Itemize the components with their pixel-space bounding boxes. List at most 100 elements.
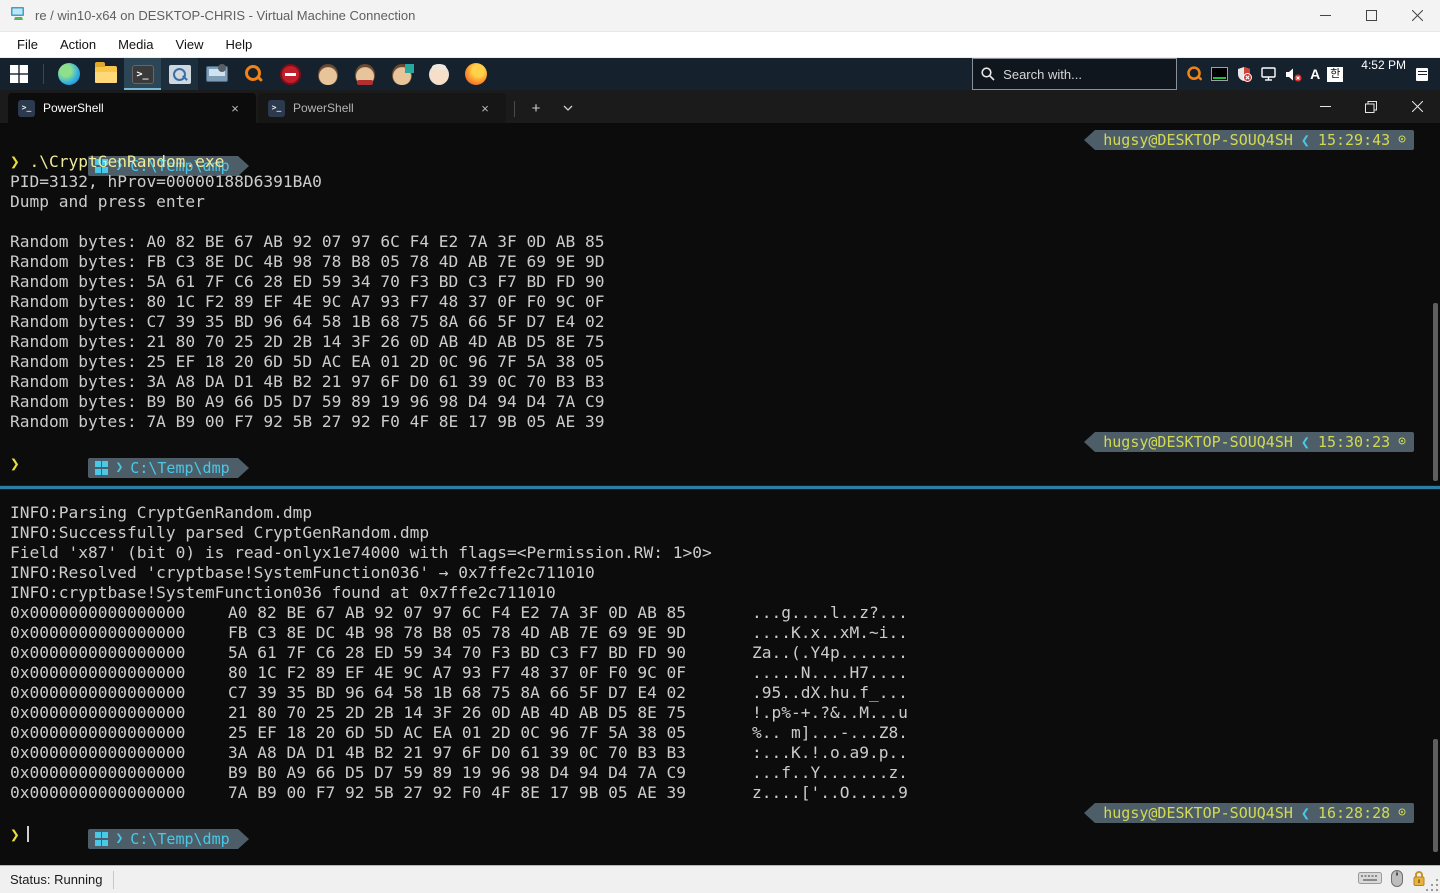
command-text: .\CryptGenRandom.exe — [30, 152, 225, 171]
right-prompt-badge: hugsy@DESKTOP-SOUQ4SH ❮ 16:28:28 ⊙ — [1084, 803, 1414, 823]
taskbar-search-box[interactable]: Search with... — [972, 58, 1177, 90]
taskbar-divider — [43, 64, 44, 84]
powershell-icon: >_ — [18, 100, 35, 117]
taskbar-terminal[interactable]: >_ — [124, 58, 161, 90]
prompt-input-line[interactable]: ❯ — [10, 825, 1440, 845]
hexdump-row: 0x000000000000000025 EF 18 20 6D 5D AC E… — [10, 723, 1440, 743]
tray-display-icon[interactable] — [1210, 65, 1228, 83]
defender-alert-icon[interactable] — [1235, 65, 1253, 83]
menu-action[interactable]: Action — [49, 34, 107, 55]
menu-help[interactable]: Help — [214, 34, 263, 55]
prompt-user: hugsy@DESKTOP-SOUQ4SH — [1103, 130, 1293, 150]
scrollbar-thumb[interactable] — [1433, 303, 1438, 481]
terminal-tabbar: >_ PowerShell × >_ PowerShell × + — [0, 90, 1440, 123]
firefox-icon — [465, 63, 487, 85]
tray-search-icon[interactable] — [1185, 65, 1203, 83]
tab-powershell-2[interactable]: >_ PowerShell × — [258, 93, 506, 123]
network-icon[interactable] — [1260, 65, 1278, 83]
menu-file[interactable]: File — [6, 34, 49, 55]
hexdump-row: 0x00000000000000005A 61 7F C6 28 ED 59 3… — [10, 643, 1440, 663]
prompt-time: 15:30:23 — [1318, 432, 1390, 452]
terminal-pane-top: ❯ C:\Temp\dmp hugsy@DESKTOP-SOUQ4SH ❮ 15… — [0, 123, 1440, 485]
output-line: INFO:Parsing CryptGenRandom.dmp — [10, 503, 1440, 523]
hyperv-app-icon — [10, 5, 27, 27]
vm-statusbar: Status: Running — [0, 865, 1440, 893]
hexdump-row: 0x00000000000000007A B9 00 F7 92 5B 27 9… — [10, 783, 1440, 803]
prompt-input-line[interactable]: ❯ — [10, 454, 1440, 474]
guest-taskbar: >_ Search with... A 한 4:52 PM — [0, 58, 1440, 90]
tab-dropdown-button[interactable] — [553, 95, 583, 121]
tab-close-icon[interactable]: × — [222, 97, 248, 119]
output-line: Random bytes: C7 39 35 BD 96 64 58 1B 68… — [10, 312, 1440, 332]
resize-grip[interactable] — [1426, 879, 1438, 891]
start-button[interactable] — [0, 58, 37, 90]
powershell-icon: >_ — [268, 100, 285, 117]
output-line: Random bytes: 80 1C F2 89 EF 4E 9C A7 93… — [10, 292, 1440, 312]
output-line: Random bytes: A0 82 BE 67 AB 92 07 97 6C… — [10, 232, 1440, 252]
mouse-icon — [1391, 870, 1403, 890]
new-tab-button[interactable]: + — [521, 95, 551, 121]
terminal-restore-button[interactable] — [1348, 90, 1394, 123]
right-prompt-badge: hugsy@DESKTOP-SOUQ4SH ❮ 15:29:43 ⊙ — [1084, 130, 1414, 150]
taskbar-clock[interactable]: 4:52 PM — [1351, 58, 1416, 90]
taskbar-system-monitor[interactable] — [198, 58, 235, 90]
volume-muted-icon[interactable] — [1285, 65, 1303, 83]
terminal-icon: >_ — [132, 65, 154, 84]
cutter-head-icon — [392, 64, 412, 85]
taskbar-ida-2[interactable] — [346, 58, 383, 90]
hexdump-row: 0x000000000000000080 1C F2 89 EF 4E 9C A… — [10, 663, 1440, 683]
output-line: Random bytes: 7A B9 00 F7 92 5B 27 92 F0… — [10, 412, 1440, 432]
tab-powershell-1[interactable]: >_ PowerShell × — [8, 93, 256, 123]
output-line — [10, 212, 1440, 232]
chevron-left-icon: ❮ — [1301, 803, 1310, 823]
tabbar-divider — [514, 101, 515, 117]
taskbar-ida-1[interactable] — [309, 58, 346, 90]
taskbar-anime-app[interactable] — [420, 58, 457, 90]
taskbar-file-explorer[interactable] — [87, 58, 124, 90]
system-tray: A 한 — [1177, 58, 1351, 90]
window-title: re / win10-x64 on DESKTOP-CHRIS - Virtua… — [35, 8, 1302, 23]
taskbar-everything-search[interactable] — [235, 58, 272, 90]
tab-close-icon[interactable]: × — [472, 97, 498, 119]
taskbar-edge[interactable] — [50, 58, 87, 90]
ime-korean-indicator[interactable]: 한 — [1327, 67, 1343, 82]
notification-center-icon[interactable] — [1416, 65, 1434, 83]
hexdump-row: 0x0000000000000000B9 B0 A9 66 D5 D7 59 8… — [10, 763, 1440, 783]
command-line: ❯ .\CryptGenRandom.exe — [10, 152, 1440, 172]
minimize-button[interactable] — [1302, 0, 1348, 31]
windows-terminal: >_ PowerShell × >_ PowerShell × + — [0, 90, 1440, 865]
output-line: Random bytes: 5A 61 7F C6 28 ED 59 34 70… — [10, 272, 1440, 292]
hexdump-row: 0x000000000000000021 80 70 25 2D 2B 14 3… — [10, 703, 1440, 723]
clock-icon: ⊙ — [1398, 803, 1406, 823]
prompt-line: ❯ C:\Temp\dmp hugsy@DESKTOP-SOUQ4SH ❮ 16… — [10, 803, 1440, 824]
clock-icon: ⊙ — [1398, 432, 1406, 452]
prompt-time: 16:28:28 — [1318, 803, 1390, 823]
monitor-gear-icon — [206, 66, 228, 82]
prompt-user: hugsy@DESKTOP-SOUQ4SH — [1103, 432, 1293, 452]
output-line: INFO:cryptbase!SystemFunction036 found a… — [10, 583, 1440, 603]
ime-latin-indicator[interactable]: A — [1310, 66, 1320, 82]
taskbar-no-entry-tool[interactable] — [272, 58, 309, 90]
terminal-close-button[interactable] — [1394, 90, 1440, 123]
taskbar-firefox[interactable] — [457, 58, 494, 90]
chevron-left-icon: ❮ — [1301, 432, 1310, 452]
scrollbar-thumb[interactable] — [1433, 739, 1438, 852]
menu-media[interactable]: Media — [107, 34, 164, 55]
maximize-button[interactable] — [1348, 0, 1394, 31]
terminal-minimize-button[interactable] — [1302, 90, 1348, 123]
prompt-line: ❯ C:\Temp\dmp hugsy@DESKTOP-SOUQ4SH ❮ 15… — [10, 130, 1440, 151]
close-button[interactable] — [1394, 0, 1440, 31]
status-text: Status: Running — [0, 872, 113, 887]
hexdump-row: 0x0000000000000000C7 39 35 BD 96 64 58 1… — [10, 683, 1440, 703]
no-entry-icon — [280, 64, 301, 85]
taskbar-x64dbg[interactable] — [161, 58, 198, 90]
hexdump-row: 0x00000000000000003A A8 DA D1 4B B2 21 9… — [10, 743, 1440, 763]
taskbar-cutter[interactable] — [383, 58, 420, 90]
output-line: INFO:Resolved 'cryptbase!SystemFunction0… — [10, 563, 1440, 583]
output-line: Field 'x87' (bit 0) is read-onlyx1e74000… — [10, 543, 1440, 563]
menu-view[interactable]: View — [165, 34, 215, 55]
terminal-screen: ❯ C:\Temp\dmp hugsy@DESKTOP-SOUQ4SH ❮ 15… — [0, 123, 1440, 865]
lock-icon — [1412, 870, 1426, 890]
ida-head-icon — [318, 64, 338, 85]
output-line: Random bytes: 25 EF 18 20 6D 5D AC EA 01… — [10, 352, 1440, 372]
